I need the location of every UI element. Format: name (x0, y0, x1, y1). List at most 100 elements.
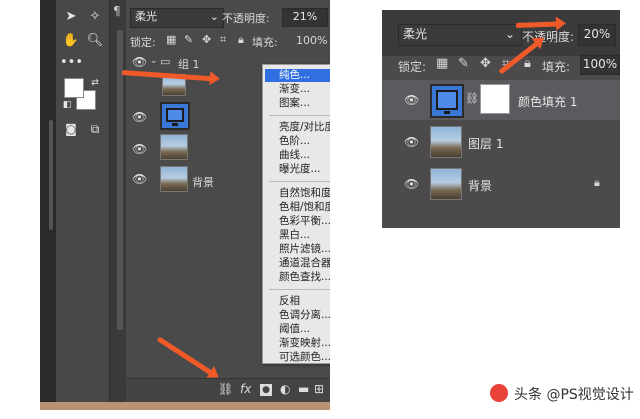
lock-artboard-icon[interactable]: ⌗ (220, 33, 226, 47)
add-mask-icon[interactable]: ● (260, 384, 272, 396)
more-tools-icon[interactable]: ••• (60, 54, 83, 72)
move-tool-icon[interactable]: ➤ (60, 8, 82, 26)
panel-collapse-strip (40, 0, 56, 410)
adjustment-layer-icon[interactable]: ◐ (280, 382, 290, 396)
blend-mode-value: 柔光 (403, 27, 428, 41)
blend-mode-value: 柔光 (135, 10, 157, 23)
link-layers-icon[interactable]: ⛓︎ (218, 382, 233, 396)
menu-item-color-lookup[interactable]: 颜色查找... (279, 271, 330, 284)
fill-value[interactable]: 100% (296, 34, 327, 47)
quick-mask-icon[interactable]: ◙ (60, 120, 82, 138)
layer-thumbnail[interactable] (160, 134, 188, 160)
layers-bottom-bar: ⛓︎ fx ● ◐ ▬ ⊞ (126, 378, 330, 402)
foreground-color-swatch[interactable] (64, 78, 84, 98)
menu-separator (269, 115, 330, 116)
blend-mode-select[interactable]: 柔光 ⌄ (398, 24, 522, 46)
divider-strip (117, 30, 123, 330)
menu-item-invert[interactable]: 反相 (279, 295, 300, 308)
layer-mask-thumbnail[interactable] (480, 84, 510, 114)
watermark: 头条 @PS视觉设计 (490, 384, 634, 404)
layer-row-color-fill[interactable]: 👁︎ ⛓︎ 颜色填充 1 (382, 80, 620, 120)
color-fill-thumbnail[interactable] (430, 84, 464, 118)
menu-separator (269, 181, 330, 182)
default-colors-icon[interactable]: ◧ (56, 96, 78, 114)
menu-item-curves[interactable]: 曲线... (279, 149, 310, 162)
chevron-down-icon[interactable]: ⌄ (150, 56, 158, 66)
paragraph-icon[interactable]: ¶ (113, 4, 121, 18)
menu-item-color-balance[interactable]: 色彩平衡... (279, 215, 330, 228)
chain-link-icon[interactable]: ⛓︎ (465, 92, 479, 105)
menu-item-threshold[interactable]: 阈值... (279, 323, 310, 336)
eye-icon[interactable]: 👁︎ (132, 142, 147, 156)
menu-separator (269, 289, 330, 290)
background-thumbnail[interactable] (430, 168, 462, 200)
menu-item-channel-mixer[interactable]: 通道混合器... (279, 257, 330, 270)
menu-item-posterize[interactable]: 色调分离... (279, 309, 330, 322)
fx-icon[interactable]: fx (240, 382, 251, 396)
lock-pixels-icon[interactable]: ▦ (166, 33, 176, 46)
menu-item-vibrance[interactable]: 自然饱和度... (279, 187, 330, 200)
zoom-tool-icon[interactable]: 🔍︎ (84, 32, 106, 50)
layer-row-layer1[interactable]: 👁︎ 图层 1 (382, 122, 620, 162)
lock-all-icon[interactable]: 🔒︎ (238, 33, 244, 47)
menu-item-hue-saturation[interactable]: 色相/饱和度... (279, 201, 330, 214)
fill-input[interactable]: 100% (580, 55, 620, 75)
menu-item-selective-color[interactable]: 可选颜色... (279, 351, 330, 364)
group-name[interactable]: 组 1 (178, 56, 200, 72)
new-layer-icon[interactable]: ⊞ (314, 382, 324, 396)
hand-tool-icon[interactable]: ✋ (60, 32, 82, 50)
lock-brush-icon[interactable]: ✎ (184, 33, 193, 46)
blend-mode-select[interactable]: 柔光 ⌄ (130, 8, 224, 28)
menu-item-gradient-map[interactable]: 渐变映射... (279, 337, 330, 350)
layer-name[interactable]: 颜色填充 1 (518, 93, 577, 110)
menu-item-levels[interactable]: 色阶... (279, 135, 310, 148)
toolbar: ➤ ✧ ✋ 🔍︎ ••• ⇄ ◧ ◙ ⧉ (56, 0, 110, 410)
fill-label: 填充: (542, 60, 571, 74)
scroll-handle[interactable] (49, 120, 53, 230)
layer-row-background[interactable]: 👁︎ 背景 🔒︎ (382, 164, 620, 204)
eye-icon[interactable]: 👁︎ (404, 93, 419, 107)
opacity-input[interactable]: 20% (578, 24, 616, 46)
background-layer-name[interactable]: 背景 (192, 174, 214, 190)
lock-all-icon[interactable]: 🔒︎ (524, 56, 531, 71)
color-fill-thumbnail[interactable] (160, 102, 190, 130)
background-thumbnail[interactable] (160, 166, 188, 192)
chevron-down-icon: ⌄ (209, 10, 219, 23)
eye-icon[interactable]: 👁︎ (132, 55, 147, 69)
menu-item-brightness-contrast[interactable]: 亮度/对比度... (279, 121, 330, 134)
fill-label: 填充: (252, 36, 278, 49)
menu-item-pattern[interactable]: 图案... (279, 97, 310, 110)
menu-item-gradient[interactable]: 渐变... (279, 83, 310, 96)
screen-mode-icon[interactable]: ⧉ (84, 120, 106, 138)
lock-position-icon[interactable]: ✥ (202, 33, 211, 46)
lock-icon: 🔒︎ (594, 176, 600, 189)
adjustment-layer-menu: 纯色... 渐变... 图案... 亮度/对比度... 色阶... 曲线... … (262, 64, 330, 364)
menu-item-black-white[interactable]: 黑白... (279, 229, 310, 242)
chevron-down-icon: ⌄ (504, 27, 515, 41)
lock-pixels-icon[interactable]: ▦ (436, 56, 448, 71)
eye-icon[interactable]: 👁︎ (132, 110, 147, 124)
photoshop-right-screenshot: 柔光 ⌄ 不透明度: 20% 锁定: ▦ ✎ ✥ ⌗ 🔒︎ 填充: 100% 👁… (382, 10, 620, 228)
photoshop-left-screenshot: ➤ ✧ ✋ 🔍︎ ••• ⇄ ◧ ◙ ⧉ ¶ 柔光 ⌄ 不透明度: 21% 锁定… (40, 0, 330, 410)
layer-thumbnail[interactable] (430, 126, 462, 158)
lock-position-icon[interactable]: ✥ (480, 56, 491, 71)
folder-icon: ▭ (160, 55, 171, 68)
panel-divider: ¶ (110, 0, 126, 410)
lock-label: 锁定: (130, 36, 156, 49)
eye-icon[interactable]: 👁︎ (404, 177, 419, 191)
lock-label: 锁定: (398, 60, 427, 74)
eye-icon[interactable]: 👁︎ (132, 172, 147, 186)
layer-name[interactable]: 图层 1 (468, 135, 503, 152)
new-group-icon[interactable]: ▬ (298, 382, 309, 396)
opacity-label: 不透明度: (222, 12, 270, 25)
lasso-tool-icon[interactable]: ✧ (84, 8, 106, 26)
opacity-input[interactable]: 21% (282, 8, 328, 27)
eye-icon[interactable]: 👁︎ (404, 135, 419, 149)
desk-background (40, 402, 330, 410)
menu-item-photo-filter[interactable]: 照片滤镜... (279, 243, 330, 256)
lock-brush-icon[interactable]: ✎ (458, 56, 469, 71)
menu-item-exposure[interactable]: 曝光度... (279, 163, 321, 176)
layer-name[interactable]: 背景 (468, 177, 492, 194)
swap-colors-icon[interactable]: ⇄ (84, 74, 106, 92)
menu-item-solid-color[interactable]: 纯色... (265, 69, 330, 82)
